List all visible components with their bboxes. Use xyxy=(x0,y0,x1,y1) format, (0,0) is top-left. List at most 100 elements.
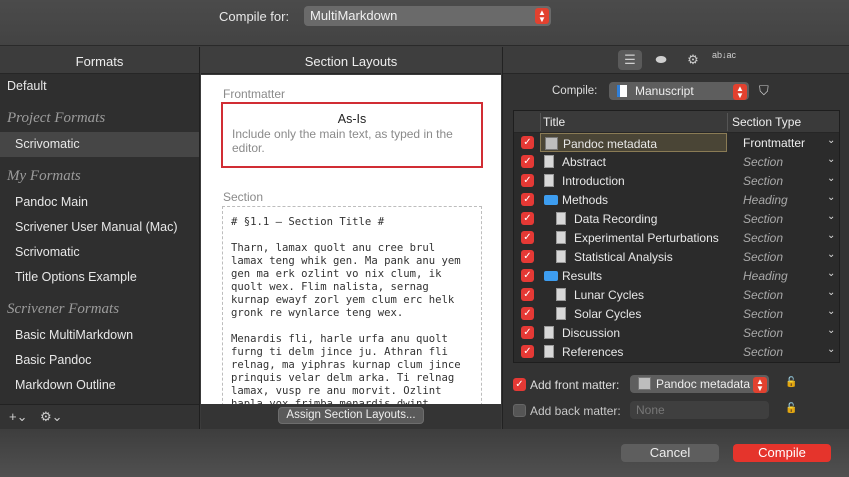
format-item-pandoc-main[interactable]: Pandoc Main xyxy=(0,190,199,215)
tag-icon[interactable]: ⬬ xyxy=(649,50,673,70)
gear-icon[interactable]: ⚙⌄ xyxy=(40,409,63,425)
chevron-down-icon[interactable]: ⌄ xyxy=(827,154,835,165)
include-checkbox[interactable]: ✓ xyxy=(521,269,534,282)
chevron-updown-icon: ▲ ▼ xyxy=(753,377,767,393)
include-checkbox[interactable]: ✓ xyxy=(521,136,534,149)
document-icon xyxy=(556,212,566,225)
chevron-down-icon[interactable]: ⌄ xyxy=(827,173,835,184)
title-cell: Methods xyxy=(540,190,727,209)
section-type-select[interactable]: Frontmatter xyxy=(743,136,805,150)
contents-table: Title Section Type ✓ Pandoc metadata Front… xyxy=(513,110,840,363)
format-item-basic-pandoc[interactable]: Basic Pandoc xyxy=(0,348,199,373)
front-matter-checkbox[interactable]: ✓ xyxy=(513,378,526,391)
row-title: References xyxy=(562,345,624,359)
include-checkbox[interactable]: ✓ xyxy=(521,345,534,358)
lock-icon[interactable]: 🔓 xyxy=(785,377,797,388)
table-row[interactable]: ✓ Results Heading ⌄ xyxy=(514,266,839,285)
replace-icon[interactable]: ab↓ac xyxy=(712,50,736,70)
format-item-basic-multimarkdown[interactable]: Basic MultiMarkdown xyxy=(0,323,199,348)
back-matter-value: None xyxy=(636,403,665,417)
table-row[interactable]: ✓ Lunar Cycles Section ⌄ xyxy=(514,285,839,304)
chevron-down-icon[interactable]: ⌄ xyxy=(827,344,835,355)
contents-panel: ☰ ⬬ ⚙ ab↓ac Compile: Manuscript ▲ ▼ ⛉ Tit… xyxy=(502,47,849,429)
include-checkbox[interactable]: ✓ xyxy=(521,155,534,168)
chevron-down-icon[interactable]: ⌄ xyxy=(827,287,835,298)
section-type-select[interactable]: Section xyxy=(743,345,783,359)
document-icon xyxy=(556,231,566,244)
chevron-down-icon[interactable]: ⌄ xyxy=(827,211,835,222)
chevron-down-icon[interactable]: ⌄ xyxy=(827,325,835,336)
include-checkbox[interactable]: ✓ xyxy=(521,307,534,320)
section-type-select[interactable]: Section xyxy=(743,155,783,169)
filter-icon[interactable]: ⛉ xyxy=(759,83,769,99)
add-format-button[interactable]: +⌄ xyxy=(9,409,27,425)
cancel-button[interactable]: Cancel xyxy=(621,444,719,462)
include-checkbox[interactable]: ✓ xyxy=(521,250,534,263)
lock-icon[interactable]: 🔓 xyxy=(785,403,797,414)
row-title: Experimental Perturbations xyxy=(574,231,719,245)
layout-preview-area: Frontmatter As-Is Include only the main … xyxy=(201,75,501,404)
title-cell: Discussion xyxy=(540,323,727,342)
table-row[interactable]: ✓ Data Recording Section ⌄ xyxy=(514,209,839,228)
row-title: Pandoc metadata xyxy=(563,137,658,151)
section-type-select[interactable]: Section xyxy=(743,231,783,245)
table-row[interactable]: ✓ References Section ⌄ xyxy=(514,342,839,361)
asis-layout-card[interactable]: As-Is Include only the main text, as typ… xyxy=(221,102,483,168)
row-title: Results xyxy=(562,269,603,283)
include-checkbox[interactable]: ✓ xyxy=(521,288,534,301)
column-header-section-type[interactable]: Section Type xyxy=(732,115,801,129)
section-type-select[interactable]: Section xyxy=(743,250,783,264)
include-checkbox[interactable]: ✓ xyxy=(521,212,534,225)
section-layout-preview[interactable]: # §1.1 — Section Title # Tharn, lamax qu… xyxy=(222,206,482,404)
include-checkbox[interactable]: ✓ xyxy=(521,174,534,187)
table-row[interactable]: ✓ Experimental Perturbations Section ⌄ xyxy=(514,228,839,247)
table-row[interactable]: ✓ Statistical Analysis Section ⌄ xyxy=(514,247,839,266)
document-icon xyxy=(544,345,554,358)
document-icon xyxy=(544,174,554,187)
front-matter-select[interactable]: Pandoc metadata ▲ ▼ xyxy=(630,375,769,393)
assign-section-layouts-button[interactable]: Assign Section Layouts... xyxy=(278,407,424,424)
format-item-default[interactable]: Default xyxy=(0,74,199,99)
document-icon xyxy=(556,307,566,320)
chevron-down-icon[interactable]: ⌄ xyxy=(827,249,835,260)
compile-button[interactable]: Compile xyxy=(733,444,831,462)
table-row[interactable]: ✓ Introduction Section ⌄ xyxy=(514,171,839,190)
gear-icon[interactable]: ⚙ xyxy=(681,50,705,70)
format-item-title-options[interactable]: Title Options Example xyxy=(0,265,199,290)
table-row[interactable]: ✓ Pandoc metadata Frontmatter ⌄ xyxy=(514,133,839,152)
chevron-down-icon[interactable]: ⌄ xyxy=(827,306,835,317)
chevron-down-icon[interactable]: ⌄ xyxy=(827,135,835,146)
table-row[interactable]: ✓ Solar Cycles Section ⌄ xyxy=(514,304,839,323)
chevron-down-icon[interactable]: ⌄ xyxy=(827,268,835,279)
format-item-scrivener-user-manual[interactable]: Scrivener User Manual (Mac) xyxy=(0,215,199,240)
section-type-select[interactable]: Section xyxy=(743,307,783,321)
layouts-footer: Assign Section Layouts... xyxy=(201,404,501,429)
compile-for-select[interactable]: MultiMarkdown ▲ ▼ xyxy=(304,6,551,26)
row-title: Methods xyxy=(562,193,609,207)
section-type-select[interactable]: Section xyxy=(743,212,783,226)
section-type-select[interactable]: Section xyxy=(743,326,783,340)
table-row[interactable]: ✓ Discussion Section ⌄ xyxy=(514,323,839,342)
front-matter-label: Add front matter: xyxy=(530,378,620,392)
format-item-markdown-outline[interactable]: Markdown Outline xyxy=(0,373,199,398)
chevron-down-icon[interactable]: ⌄ xyxy=(827,192,835,203)
column-header-title[interactable]: Title xyxy=(543,115,565,129)
format-item-scrivomatic-project[interactable]: Scrivomatic xyxy=(0,132,199,157)
back-matter-checkbox[interactable] xyxy=(513,404,526,417)
section-type-select[interactable]: Heading xyxy=(743,193,788,207)
include-checkbox[interactable]: ✓ xyxy=(521,231,534,244)
chevron-down-icon[interactable]: ⌄ xyxy=(827,230,835,241)
front-matter-value: Pandoc metadata xyxy=(656,377,751,391)
back-matter-select[interactable]: None xyxy=(630,401,769,419)
list-icon[interactable]: ☰ xyxy=(618,50,642,70)
table-row[interactable]: ✓ Methods Heading ⌄ xyxy=(514,190,839,209)
format-item-scrivomatic[interactable]: Scrivomatic xyxy=(0,240,199,265)
table-row[interactable]: ✓ Abstract Section ⌄ xyxy=(514,152,839,171)
title-cell: Statistical Analysis xyxy=(540,247,727,266)
section-type-select[interactable]: Section xyxy=(743,174,783,188)
compile-group-select[interactable]: Manuscript ▲ ▼ xyxy=(609,82,749,100)
include-checkbox[interactable]: ✓ xyxy=(521,193,534,206)
section-type-select[interactable]: Section xyxy=(743,288,783,302)
section-type-select[interactable]: Heading xyxy=(743,269,788,283)
include-checkbox[interactable]: ✓ xyxy=(521,326,534,339)
